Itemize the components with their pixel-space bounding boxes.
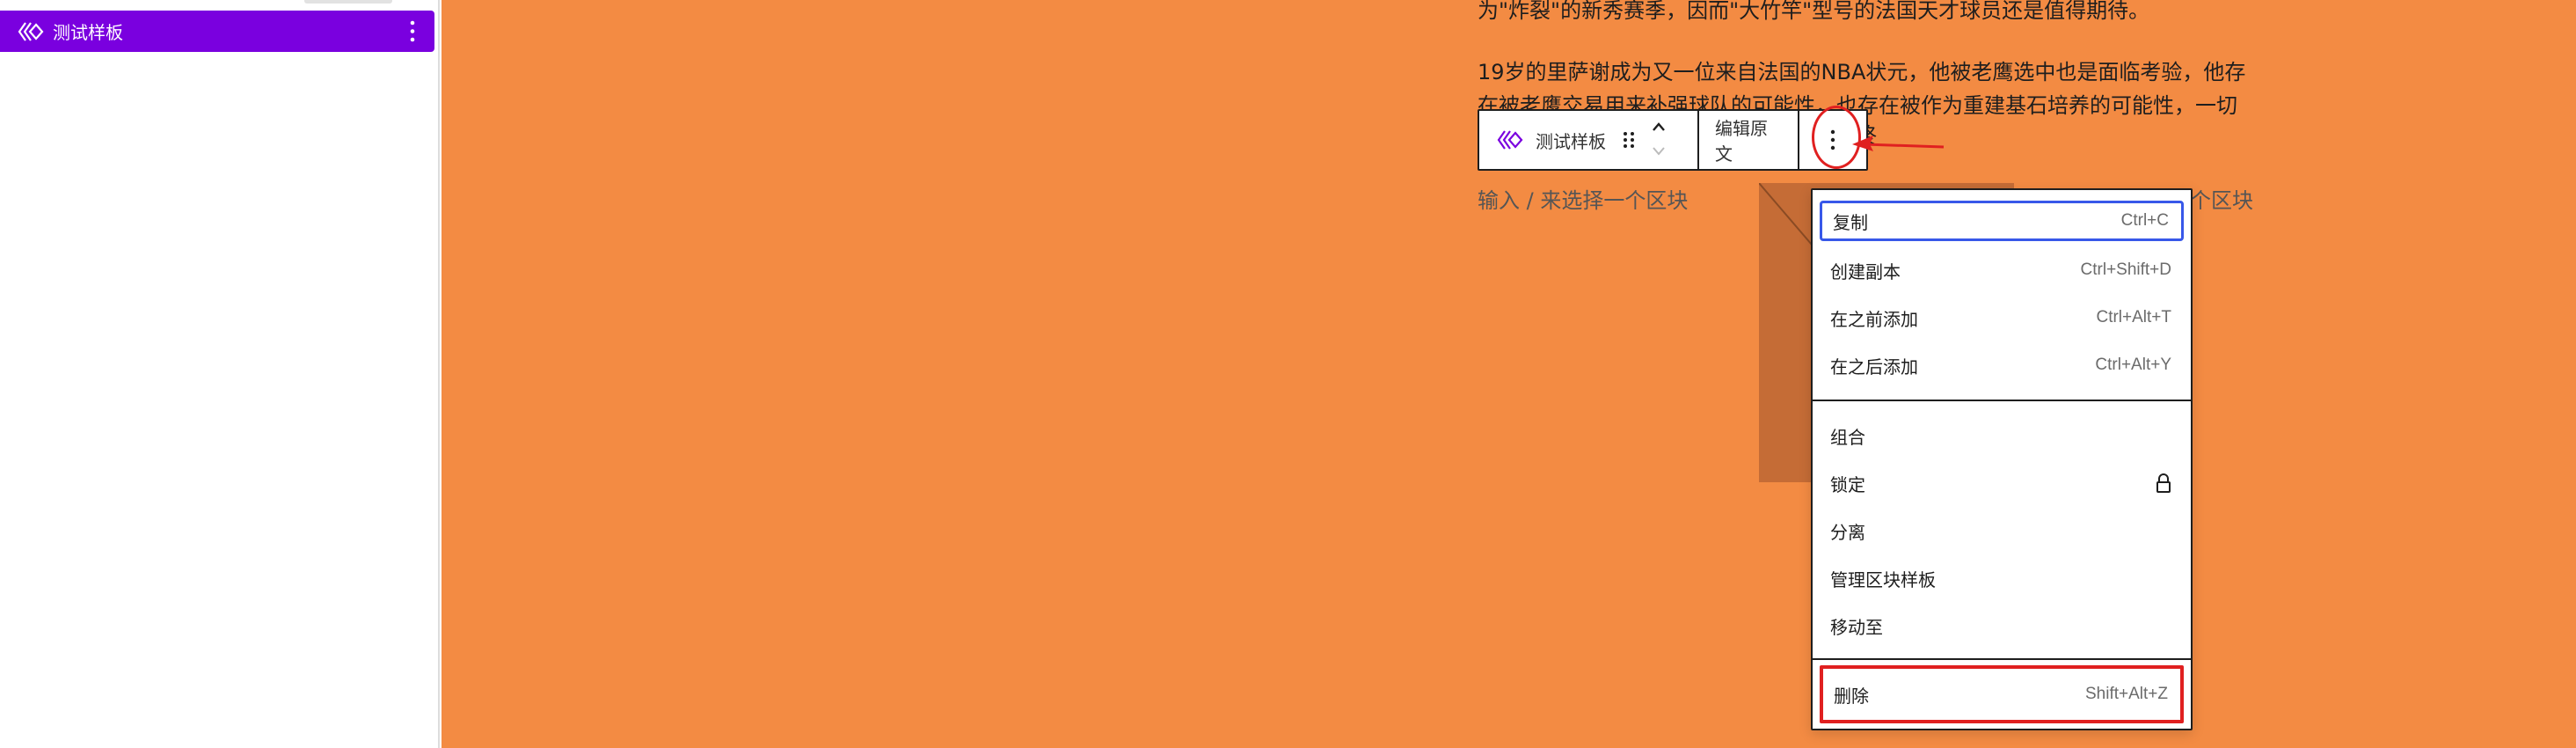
block-type-group: 测试样板 — [1479, 111, 1699, 169]
pattern-icon[interactable] — [1497, 129, 1523, 150]
chevron-down-icon — [1653, 147, 1665, 156]
menu-item-label: 复制 — [1833, 211, 1868, 233]
paragraph-text[interactable]: 19岁的里萨谢成为又一位来自法国的NBA状元，他被老鹰选中也是面临考验，他存 — [1478, 55, 2245, 90]
menu-item-move-to[interactable]: 移动至 — [1820, 605, 2184, 646]
menu-item-insert-before[interactable]: 在之前添加 Ctrl+Alt+T — [1820, 297, 2184, 338]
menu-item-label: 组合 — [1830, 426, 1865, 448]
menu-item-shortcut: Ctrl+C — [2120, 211, 2169, 230]
more-vertical-icon[interactable] — [406, 19, 419, 43]
menu-item-shortcut: Ctrl+Alt+Y — [2095, 356, 2171, 374]
menu-item-label: 创建副本 — [1830, 260, 1901, 282]
menu-item-manage-patterns[interactable]: 管理区块样板 — [1820, 558, 2184, 598]
menu-item-label: 锁定 — [1830, 473, 1865, 495]
menu-item-label: 在之前添加 — [1830, 308, 1918, 330]
block-placeholder[interactable]: 个区块 — [2190, 183, 2253, 214]
menu-item-delete[interactable]: 删除 Shift+Alt+Z — [1820, 665, 2184, 723]
paragraph-text[interactable]: 为"炸裂"的新秀赛季，因而"大竹竿"型号的法国天才球员还是值得期待。 — [1478, 0, 2149, 28]
block-toolbar: 测试样板 编辑原文 — [1478, 109, 1868, 171]
sidebar-scroll-stub — [304, 0, 392, 4]
menu-item-shortcut: Shift+Alt+Z — [2085, 685, 2168, 703]
menu-item-duplicate[interactable]: 创建副本 Ctrl+Shift+D — [1820, 250, 2184, 290]
edit-original-button[interactable]: 编辑原文 — [1699, 111, 1799, 169]
menu-item-copy[interactable]: 复制 Ctrl+C — [1820, 201, 2184, 241]
menu-item-lock[interactable]: 锁定 — [1820, 463, 2184, 503]
menu-item-shortcut: Ctrl+Shift+D — [2080, 260, 2171, 279]
menu-separator — [1813, 400, 2191, 401]
menu-item-shortcut: Ctrl+Alt+T — [2096, 308, 2171, 326]
block-movers[interactable] — [1650, 120, 1667, 160]
block-type-label: 测试样板 — [1536, 130, 1606, 152]
sidebar-item-test-pattern[interactable]: 测试样板 — [0, 11, 434, 52]
pattern-icon — [18, 21, 44, 41]
sidebar: 测试样板 — [0, 0, 440, 748]
annotation-arrow — [1852, 136, 1945, 151]
block-placeholder[interactable]: 输入 / 来选择一个区块 — [1478, 183, 1688, 214]
menu-item-label: 删除 — [1834, 685, 1869, 707]
drag-handle-icon[interactable] — [1622, 129, 1636, 150]
chevron-up-icon — [1653, 122, 1665, 131]
menu-item-detach[interactable]: 分离 — [1820, 510, 2184, 551]
lock-icon — [2156, 473, 2171, 493]
menu-item-label: 管理区块样板 — [1830, 568, 1936, 590]
menu-item-label: 移动至 — [1830, 616, 1883, 638]
sidebar-item-label: 测试样板 — [53, 22, 123, 43]
menu-separator — [1813, 658, 2191, 660]
menu-item-insert-after[interactable]: 在之后添加 Ctrl+Alt+Y — [1820, 345, 2184, 385]
menu-item-group[interactable]: 组合 — [1820, 415, 2184, 456]
menu-item-label: 在之后添加 — [1830, 356, 1918, 378]
block-options-menu: 复制 Ctrl+C 创建副本 Ctrl+Shift+D 在之前添加 Ctrl+A… — [1811, 188, 2193, 730]
menu-item-label: 分离 — [1830, 521, 1865, 543]
